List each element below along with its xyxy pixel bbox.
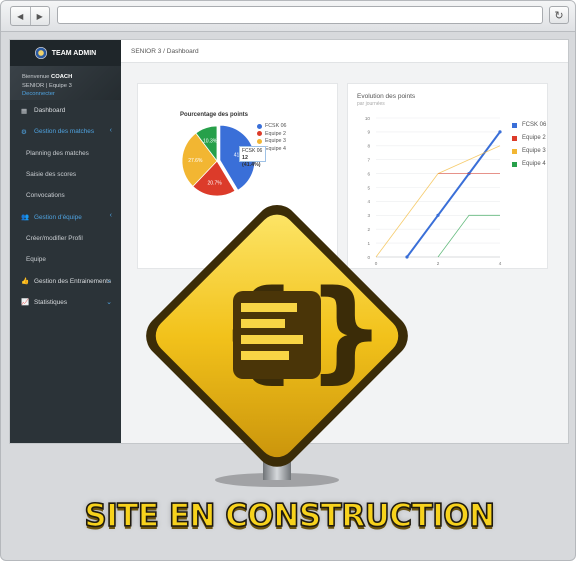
chevron-left-icon: ‹ — [109, 212, 112, 220]
sidebar-item-entrainements[interactable]: 👍 Gestion des Entrainements ⌄ — [10, 270, 121, 291]
browser-toolbar: ◀ ▶ ↻ — [1, 1, 575, 32]
chevron-down-icon: ⌄ — [106, 277, 112, 285]
club-logo-icon — [34, 47, 47, 59]
sidebar: TEAM ADMIN Bienvenue COACH SENIOR | Equi… — [10, 40, 121, 443]
document-line — [241, 319, 285, 328]
legend-label: Equipe 4 — [265, 145, 286, 152]
brand[interactable]: TEAM ADMIN — [10, 40, 121, 66]
legend-swatch — [512, 135, 517, 141]
reload-icon[interactable]: ↻ — [549, 6, 569, 24]
construction-banner: SITE EN CONSTRUCTION — [84, 497, 496, 535]
sidebar-item-gestion-equipe[interactable]: 👥 Gestion d'équipe ‹ — [10, 206, 121, 227]
data-point — [498, 130, 502, 134]
sidebar-item-planning[interactable]: Planning des matches — [10, 143, 121, 164]
legend-swatch — [512, 161, 517, 167]
document-line — [241, 351, 289, 360]
sidebar-item-convocations[interactable]: Convocations — [10, 185, 121, 206]
legend-swatch — [257, 123, 262, 129]
gear-icon: ⚙ — [21, 128, 27, 136]
sidebar-item-label: Gestion d'équipe — [34, 213, 82, 221]
breadcrumb: SENIOR 3 / Dashboard — [121, 40, 568, 63]
sidebar-item-gestion-matches[interactable]: ⚙ Gestion des matches ‹ — [10, 121, 121, 142]
sidebar-item-label: Dashboard — [34, 107, 66, 115]
legend-label: Equipe 2 — [265, 130, 286, 137]
data-point — [436, 213, 440, 217]
legend-swatch — [512, 148, 517, 154]
dashboard-icon: ▦ — [21, 107, 28, 115]
pie-legend-equipe2[interactable]: Equipe 2 — [257, 131, 286, 137]
document-line — [241, 335, 303, 344]
y-tick-label: 10 — [365, 116, 371, 121]
nav-buttons: ◀ ▶ — [10, 6, 50, 26]
logout-link[interactable]: Deconnecter — [22, 90, 121, 99]
sidebar-item-label: Statistiques — [34, 298, 68, 306]
legend-label: FCSK 06 — [265, 123, 287, 129]
browser-window: ◀ ▶ ↻ TEAM ADMIN Bienvenue COACH SENIOR … — [0, 0, 576, 561]
tooltip-value: 12 (41.4%) — [242, 155, 261, 168]
construction-sign: { } — [146, 205, 408, 487]
y-tick-label: 7 — [367, 158, 370, 163]
y-tick-label: 9 — [367, 130, 370, 135]
user-name: COACH — [51, 74, 73, 80]
brand-name: TEAM ADMIN — [51, 49, 97, 57]
welcome-line: Bienvenue COACH — [22, 73, 121, 82]
pie-tooltip: FCSK 06 12 (41.4%) — [239, 146, 266, 168]
chevron-left-icon: ‹ — [109, 127, 112, 135]
legend-swatch — [257, 131, 262, 136]
address-bar[interactable] — [57, 6, 543, 24]
sidebar-item-scores[interactable]: Saisie des scores — [10, 164, 121, 185]
chevron-down-icon: ⌄ — [106, 298, 112, 306]
sidebar-item-statistiques[interactable]: 📈 Statistiques ⌄ — [10, 292, 121, 313]
sidebar-item-equipe[interactable]: Equipe — [10, 249, 121, 270]
document-lines-icon — [233, 291, 321, 379]
x-tick-label: 2 — [437, 261, 440, 266]
sidebar-item-label: Gestion des matches — [34, 128, 95, 136]
legend-swatch — [512, 122, 517, 128]
thumbs-up-icon: 👍 — [21, 278, 30, 286]
team-info: SENIOR | Equipe 3 — [22, 82, 72, 89]
legend-label: Equipe 3 — [265, 138, 286, 144]
pie-slice-label: 10.3% — [203, 138, 218, 144]
sidebar-item-profil[interactable]: Créer/modifier Profil — [10, 228, 121, 249]
x-tick-label: 4 — [499, 261, 502, 266]
sidebar-item-label: Gestion des Entrainements — [34, 277, 112, 285]
line-series — [437, 214, 500, 258]
legend-label: Equipe 2 — [522, 135, 546, 141]
legend-label: Equipe 3 — [522, 148, 546, 154]
document-line — [241, 303, 297, 312]
pie-legend-fcsk[interactable]: FCSK 06 — [257, 123, 287, 129]
legend-label: Equipe 4 — [522, 161, 546, 167]
back-icon[interactable]: ◀ — [11, 7, 30, 25]
tooltip-series: FCSK 06 — [242, 148, 263, 154]
line-legend-equipe3[interactable]: Equipe 3 — [512, 148, 546, 154]
line-legend-equipe4[interactable]: Equipe 4 — [512, 161, 546, 167]
sidebar-item-dashboard[interactable]: ▦ Dashboard — [10, 100, 121, 121]
welcome-text: Bienvenue — [22, 74, 50, 80]
users-icon: 👥 — [21, 214, 30, 222]
forward-icon[interactable]: ▶ — [29, 7, 50, 25]
y-tick-label: 8 — [367, 144, 370, 149]
line-legend-fcsk[interactable]: FCSK 06 — [512, 122, 546, 128]
y-tick-label: 6 — [367, 171, 370, 176]
legend-swatch — [257, 138, 262, 144]
line-legend-equipe2[interactable]: Equipe 2 — [512, 135, 546, 141]
chart-icon: 📈 — [21, 299, 30, 307]
pie-slice-label: 20.7% — [208, 181, 223, 187]
pie-legend-equipe3[interactable]: Equipe 3 — [257, 138, 286, 144]
pie-slice-label: 27.6% — [188, 158, 203, 164]
user-profile: Bienvenue COACH SENIOR | Equipe 3 Deconn… — [10, 66, 121, 100]
legend-label: FCSK 06 — [522, 122, 547, 128]
